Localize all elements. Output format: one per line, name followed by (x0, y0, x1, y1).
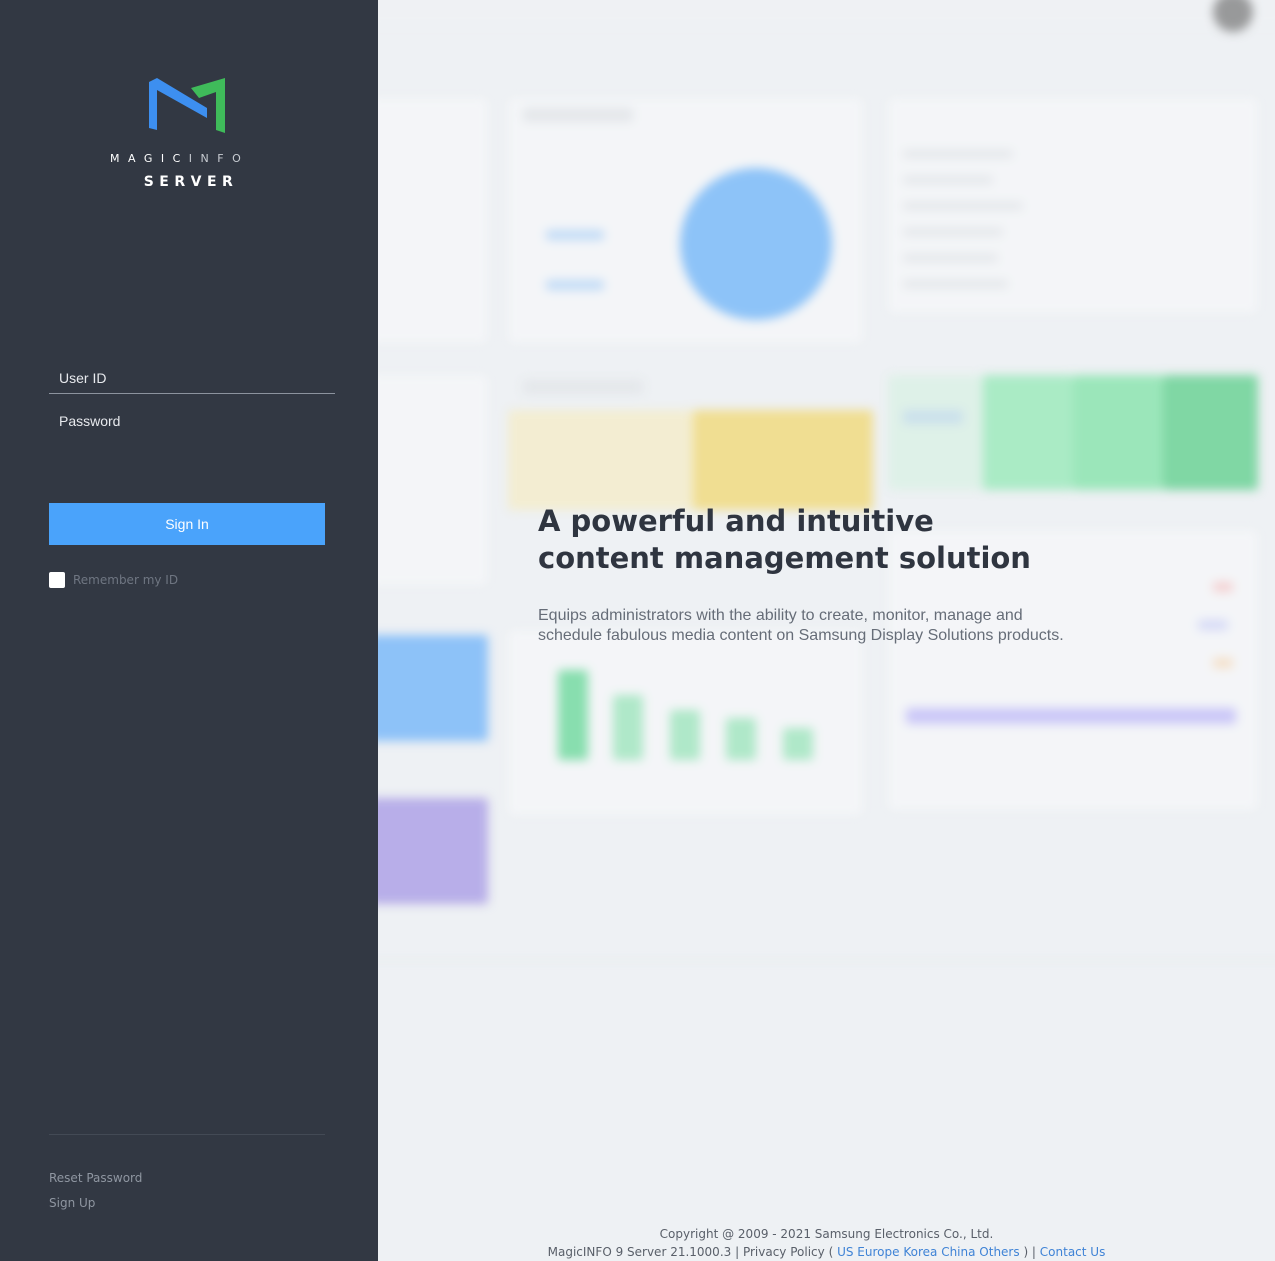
sidebar-divider (49, 1134, 325, 1135)
logo-word-magic: MAGIC (110, 152, 189, 165)
hero-title: A powerful and intuitive content managem… (538, 504, 1031, 575)
remember-id-checkbox[interactable] (49, 572, 65, 588)
logo-wordmark: MAGICINFO (110, 152, 268, 165)
contact-us-link[interactable]: Contact Us (1040, 1245, 1106, 1259)
sign-up-link[interactable]: Sign Up (49, 1196, 95, 1210)
footer-info-line: MagicINFO 9 Server 21.1000.3 | Privacy P… (547, 1245, 1106, 1259)
region-link-us[interactable]: US (837, 1245, 853, 1259)
magicinfo-logo: MAGICINFO SERVER (110, 78, 268, 194)
login-panel: MAGICINFO SERVER Sign In Remember my ID … (0, 0, 378, 1261)
password-field (49, 406, 335, 436)
sign-in-button[interactable]: Sign In (49, 503, 325, 545)
footer-copyright: Copyright @ 2009 - 2021 Samsung Electron… (659, 1227, 994, 1241)
user-id-input[interactable] (49, 363, 335, 393)
remember-id-label: Remember my ID (73, 573, 179, 587)
logo-word-info: INFO (188, 152, 250, 165)
hero-description: Equips administrators with the ability t… (538, 607, 1064, 644)
magicinfo-m-icon (149, 78, 225, 133)
user-id-field (49, 363, 335, 394)
remember-id-option[interactable]: Remember my ID (49, 572, 178, 588)
region-link-korea[interactable]: Korea (903, 1245, 937, 1259)
logo-server: SERVER (143, 174, 239, 190)
region-link-europe[interactable]: Europe (857, 1245, 899, 1259)
region-link-others[interactable]: Others (979, 1245, 1019, 1259)
reset-password-link[interactable]: Reset Password (49, 1171, 142, 1185)
footer: Copyright @ 2009 - 2021 Samsung Electron… (378, 1225, 1275, 1261)
password-input[interactable] (49, 406, 335, 436)
region-link-china[interactable]: China (941, 1245, 975, 1259)
privacy-policy-link[interactable]: Privacy Policy (743, 1245, 825, 1259)
footer-version: MagicINFO 9 Server 21.1000.3 (547, 1245, 732, 1259)
